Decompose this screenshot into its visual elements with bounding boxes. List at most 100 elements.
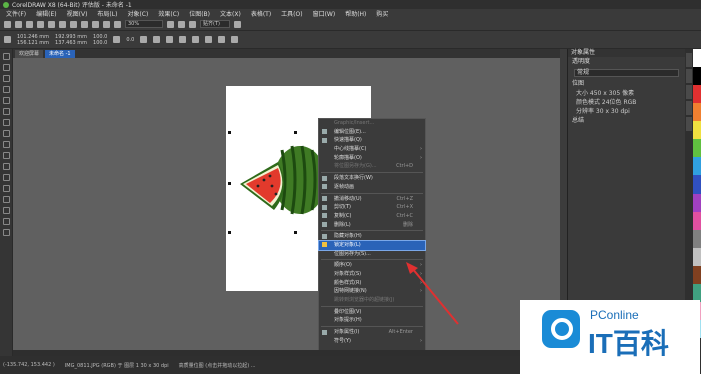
zoom-select[interactable]: 30%	[125, 20, 163, 28]
context-menu-item[interactable]: 中心线描摹(C) ›	[319, 145, 425, 154]
crop-bitmap-icon[interactable]	[192, 36, 200, 43]
context-menu-item[interactable]: 复制(C) Ctrl+C	[319, 212, 425, 221]
color-swatch[interactable]	[693, 247, 701, 266]
context-menu-item[interactable]: 轮廓描摹(O) ›	[319, 154, 425, 163]
polygon-tool-icon[interactable]	[2, 141, 10, 148]
interactive-fill-tool-icon[interactable]	[2, 218, 10, 225]
ellipse-tool-icon[interactable]	[2, 130, 10, 137]
context-menu-item[interactable]: 编辑位图(E)...	[319, 128, 425, 137]
copy-icon[interactable]	[59, 20, 66, 28]
color-swatch[interactable]	[693, 67, 701, 86]
docker-tab[interactable]	[686, 101, 692, 115]
transparency-section[interactable]: 透明度	[568, 57, 685, 67]
context-menu-item[interactable]: 快速描摹(Q)	[319, 136, 425, 145]
menu-item[interactable]: 帮助(H)	[345, 9, 366, 18]
scale-x-field[interactable]: 100.0	[93, 34, 107, 40]
tab-welcome[interactable]: 欢迎屏幕	[15, 50, 44, 58]
docker-tab[interactable]	[686, 85, 692, 99]
context-menu-item[interactable]: 撤消移动(U) Ctrl+Z	[319, 195, 425, 204]
menu-item[interactable]: 对象(C)	[127, 9, 148, 18]
wrap-text-icon[interactable]	[205, 36, 213, 43]
context-menu-item[interactable]: 删除(L) 删除	[319, 221, 425, 230]
import-icon[interactable]	[103, 20, 110, 28]
menu-item[interactable]: 布局(L)	[97, 9, 117, 18]
color-swatch[interactable]	[693, 211, 701, 230]
color-swatch[interactable]	[693, 139, 701, 158]
lock-ratio-icon[interactable]	[113, 36, 121, 43]
pick-tool-icon[interactable]	[2, 53, 10, 60]
menu-item[interactable]: 购买	[376, 9, 388, 18]
transparency-tool-icon[interactable]	[2, 196, 10, 203]
rulers-icon[interactable]	[178, 20, 185, 28]
scale-y-field[interactable]: 100.0	[93, 40, 107, 46]
parallel-dimension-tool-icon[interactable]	[2, 163, 10, 170]
color-swatch[interactable]	[693, 265, 701, 284]
x-position-field[interactable]: 101.246 mm	[17, 34, 49, 40]
to-back-icon[interactable]	[231, 36, 239, 43]
menu-item[interactable]: 文本(X)	[220, 9, 241, 18]
menu-item[interactable]: 工具(O)	[281, 9, 302, 18]
rotation-angle-field[interactable]: 0.0	[126, 37, 134, 43]
docker-tab[interactable]	[686, 69, 692, 83]
trace-bitmap-icon[interactable]	[179, 36, 187, 43]
freehand-tool-icon[interactable]	[2, 97, 10, 104]
docker-tab[interactable]	[686, 53, 692, 67]
to-front-icon[interactable]	[218, 36, 226, 43]
mirror-vertical-icon[interactable]	[153, 36, 161, 43]
rectangle-tool-icon[interactable]	[2, 119, 10, 126]
merge-mode-select[interactable]: 常规	[574, 69, 679, 77]
color-swatch[interactable]	[693, 121, 701, 140]
menu-item[interactable]: 文件(F)	[6, 9, 26, 18]
watermelon-bitmap[interactable]	[234, 136, 326, 228]
open-file-icon[interactable]	[15, 20, 22, 28]
color-swatch[interactable]	[693, 85, 701, 104]
menu-item[interactable]: 视图(V)	[67, 9, 88, 18]
menu-item[interactable]: 表格(T)	[251, 9, 271, 18]
context-menu-item[interactable]: 段落文本换行(W)	[319, 174, 425, 183]
context-menu-item[interactable]: 隐藏对象(H)	[319, 232, 425, 241]
bitmap-section[interactable]: 位图	[568, 79, 685, 89]
grid-icon[interactable]	[189, 20, 196, 28]
menu-item[interactable]: 窗口(W)	[313, 9, 336, 18]
docker-tab[interactable]	[686, 117, 692, 131]
artistic-media-tool-icon[interactable]	[2, 108, 10, 115]
color-swatch[interactable]	[693, 193, 701, 212]
new-file-icon[interactable]	[4, 20, 11, 28]
selection-handle[interactable]	[228, 231, 231, 234]
color-swatch[interactable]	[693, 157, 701, 176]
snap-select[interactable]: 贴齐(T)	[200, 20, 230, 28]
width-field[interactable]: 192.993 mm	[55, 34, 87, 40]
color-swatch[interactable]	[693, 175, 701, 194]
summary-section[interactable]: 总结	[568, 116, 685, 126]
selection-handle[interactable]	[294, 131, 297, 134]
edit-bitmap-icon[interactable]	[166, 36, 174, 43]
eyedropper-tool-icon[interactable]	[2, 207, 10, 214]
connector-tool-icon[interactable]	[2, 174, 10, 181]
selection-handle[interactable]	[228, 182, 231, 185]
drop-shadow-tool-icon[interactable]	[2, 185, 10, 192]
cut-icon[interactable]	[48, 20, 55, 28]
color-swatch[interactable]	[693, 229, 701, 248]
zoom-tool-icon[interactable]	[2, 86, 10, 93]
color-swatch[interactable]	[693, 103, 701, 122]
y-position-field[interactable]: 156.121 mm	[17, 40, 49, 46]
redo-icon[interactable]	[92, 20, 99, 28]
print-icon[interactable]	[37, 20, 44, 28]
context-menu-item[interactable]: 逐帧动画	[319, 183, 425, 192]
options-icon[interactable]	[234, 20, 241, 28]
selection-handle[interactable]	[294, 231, 297, 234]
context-menu-item[interactable]: 锁定对象(L)	[318, 239, 426, 251]
selection-handle[interactable]	[228, 131, 231, 134]
save-icon[interactable]	[26, 20, 33, 28]
context-menu-item[interactable]: 位图另存为(S)...	[319, 250, 425, 259]
paste-icon[interactable]	[70, 20, 77, 28]
full-screen-icon[interactable]	[167, 20, 174, 28]
menu-item[interactable]: 编辑(E)	[36, 9, 56, 18]
undo-icon[interactable]	[81, 20, 88, 28]
menu-item[interactable]: 效果(C)	[158, 9, 179, 18]
shape-tool-icon[interactable]	[2, 64, 10, 71]
text-tool-icon[interactable]	[2, 152, 10, 159]
tab-untitled[interactable]: 未命名 -1	[45, 50, 75, 58]
smart-fill-tool-icon[interactable]	[2, 229, 10, 236]
crop-tool-icon[interactable]	[2, 75, 10, 82]
